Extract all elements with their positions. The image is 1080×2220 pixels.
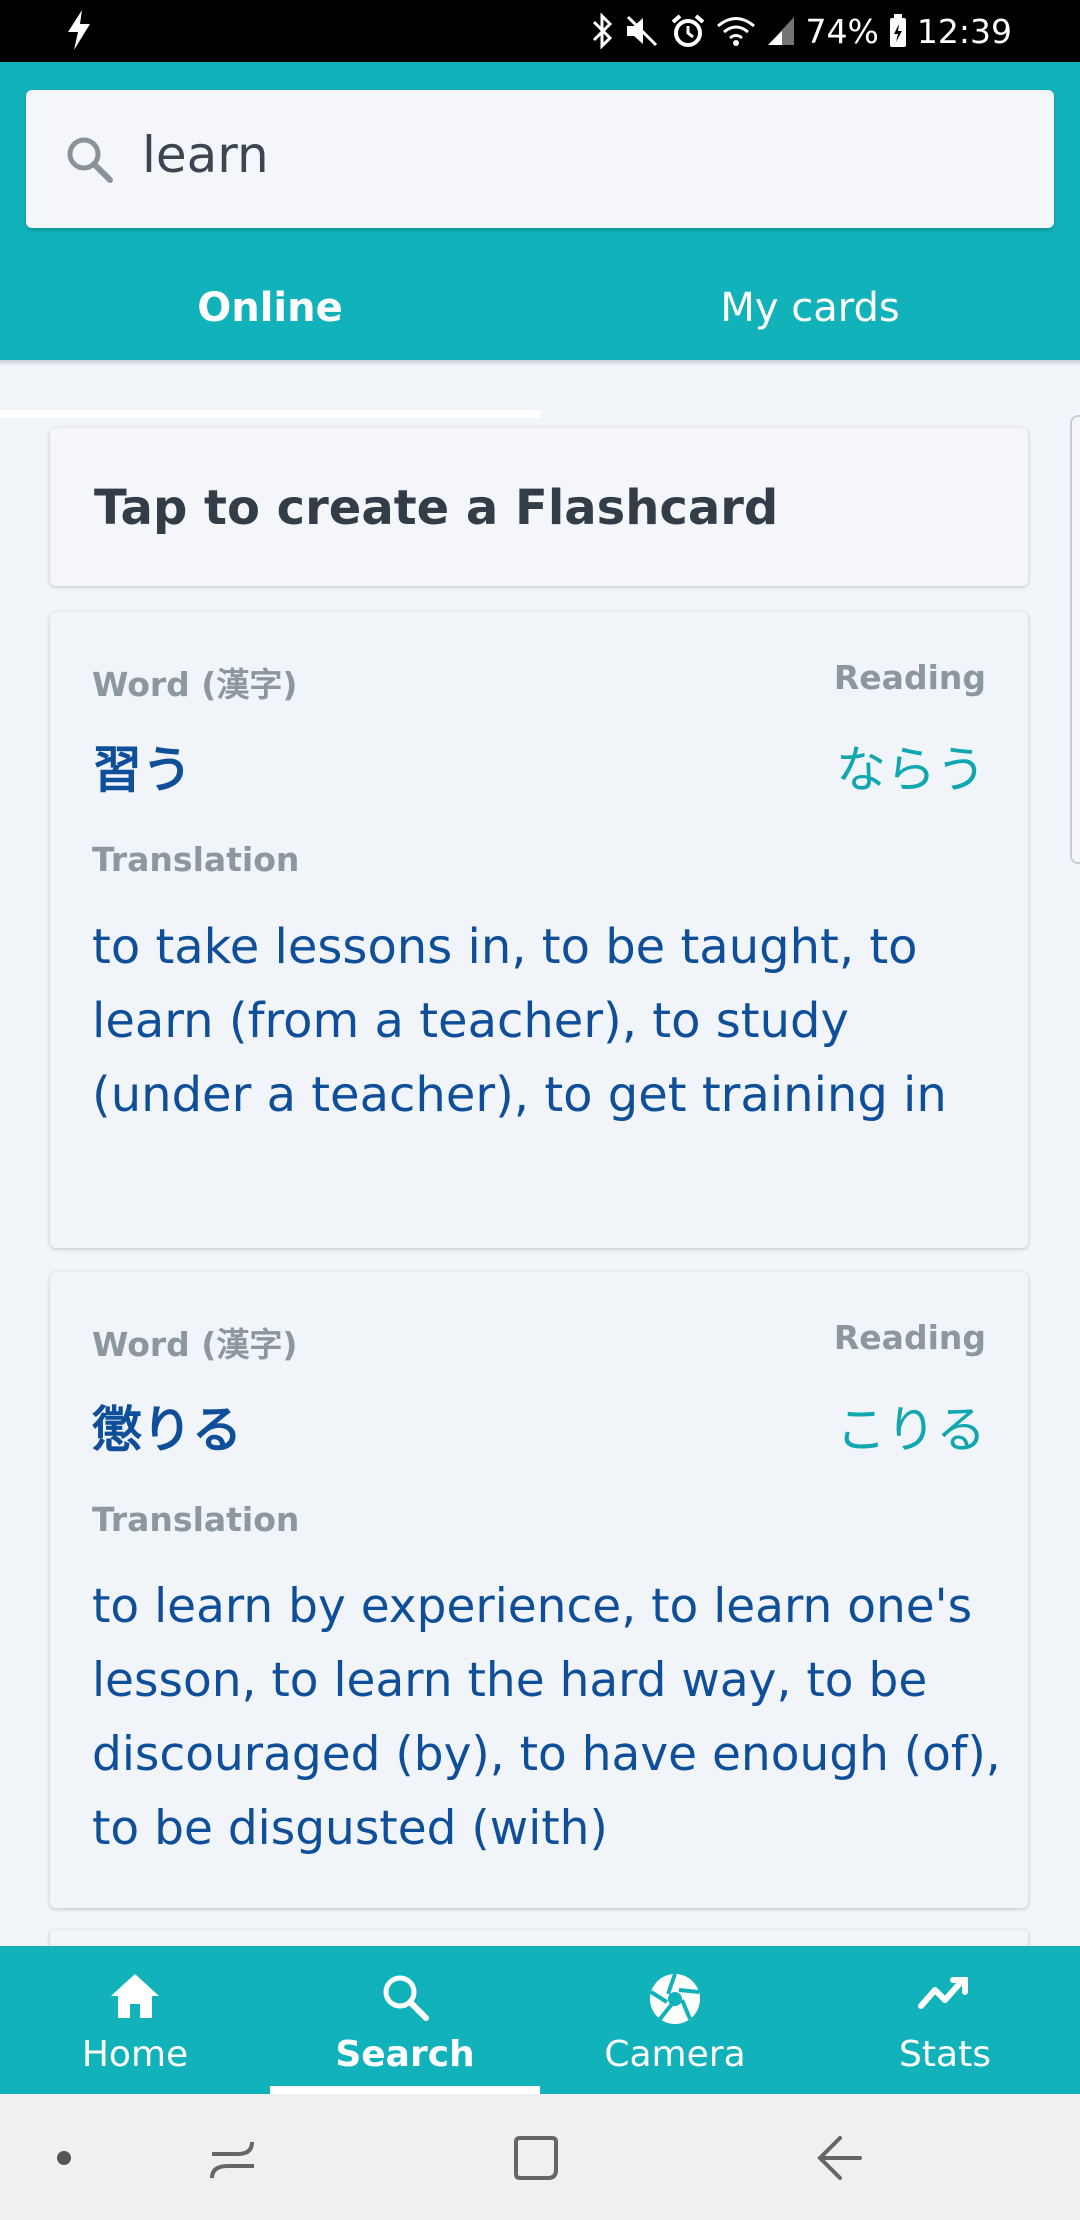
word-reading: ならう [836, 741, 986, 799]
tab-online[interactable]: Online [0, 270, 540, 356]
result-card[interactable]: Word (漢字) Reading 習う ならう Translation to … [50, 612, 1028, 1248]
stats-icon [810, 1972, 1080, 2020]
bluetooth-icon [590, 13, 614, 49]
translation-text: to take lessons in, to be taught, to lea… [92, 919, 947, 1123]
alarm-icon [670, 13, 706, 49]
translation-label: Translation [92, 1500, 300, 1539]
battery-icon [889, 14, 907, 48]
camera-shutter-icon [540, 1972, 810, 2030]
active-nav-indicator [270, 2086, 540, 2094]
create-flashcard-label: Tap to create a Flashcard [94, 480, 779, 536]
wifi-icon [716, 15, 756, 47]
nav-search[interactable]: Search [270, 1946, 540, 2094]
dot-icon[interactable] [56, 2150, 72, 2170]
reading-label: Reading [833, 658, 986, 697]
home-icon [0, 1972, 270, 2024]
signal-icon [766, 15, 796, 47]
result-card[interactable]: Word (漢字) Reading 懲りる こりる Translation to… [50, 1272, 1028, 1908]
reading-label: Reading [833, 1318, 986, 1357]
flash-icon [66, 10, 92, 50]
search-icon [64, 134, 114, 188]
word-kanji: 習う [92, 741, 192, 799]
search-input[interactable]: learn [142, 126, 269, 184]
word-kanji: 懲りる [92, 1401, 242, 1459]
status-bar: 74% 12:39 [0, 0, 1080, 62]
back-icon[interactable] [816, 2134, 864, 2188]
search-field[interactable]: learn [26, 90, 1054, 228]
search-icon [270, 1972, 540, 2026]
nav-stats[interactable]: Stats [810, 1946, 1080, 2094]
header-shadow [0, 360, 1080, 366]
word-reading: こりる [836, 1401, 986, 1459]
status-icons: 74% 12:39 [590, 10, 1012, 52]
battery-percent: 74% [805, 11, 879, 51]
nav-stats-label: Stats [899, 2034, 991, 2075]
app-header: learn Online My cards [0, 62, 1080, 418]
system-navigation-bar [0, 2094, 1080, 2220]
nav-home[interactable]: Home [0, 1946, 270, 2094]
next-page-card-edge[interactable] [1070, 415, 1080, 864]
word-label: Word (漢字) [92, 1325, 298, 1364]
recents-icon[interactable] [208, 2134, 258, 2188]
active-tab-indicator [0, 410, 540, 418]
home-square-icon[interactable] [512, 2134, 560, 2186]
nav-search-label: Search [335, 2034, 475, 2075]
bottom-navigation: Home Search Camera Stats [0, 1946, 1080, 2094]
word-label: Word (漢字) [92, 665, 298, 704]
translation-text: to learn by experience, to learn one's l… [92, 1579, 1001, 1856]
create-flashcard-card[interactable]: Tap to create a Flashcard [50, 428, 1028, 586]
nav-camera[interactable]: Camera [540, 1946, 810, 2094]
nav-camera-label: Camera [604, 2034, 746, 2075]
mute-icon [624, 14, 660, 48]
clock: 12:39 [916, 11, 1012, 51]
translation-label: Translation [92, 840, 300, 879]
nav-home-label: Home [81, 2034, 189, 2075]
tab-my-cards[interactable]: My cards [540, 270, 1080, 356]
